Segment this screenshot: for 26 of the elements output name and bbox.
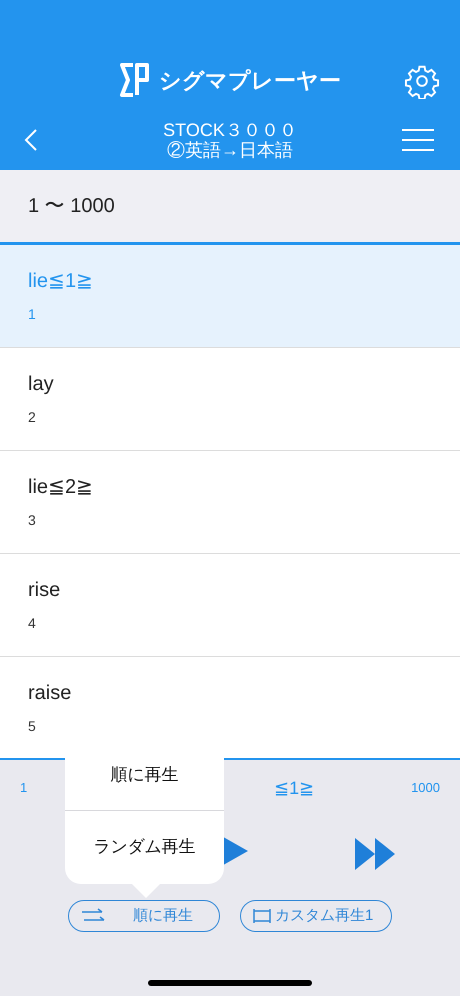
screen-title: STOCK３０００	[163, 120, 297, 140]
app-title: シグマプレーヤー	[159, 66, 341, 94]
word-text: lay	[28, 372, 54, 396]
range-start: 1	[20, 779, 28, 798]
word-text: lie≦2≧	[28, 475, 94, 499]
popover-option[interactable]: ランダム再生	[65, 811, 224, 883]
word-number: 1	[28, 305, 36, 323]
word-number: 4	[28, 614, 36, 632]
arrows-icon	[81, 908, 105, 924]
menu-icon[interactable]	[402, 129, 434, 151]
screen-subtitle: ②英語→日本語	[167, 140, 293, 160]
word-number: 2	[28, 408, 36, 426]
word-text: raise	[28, 681, 72, 705]
word-number: 5	[28, 717, 36, 735]
word-number: 3	[28, 511, 36, 529]
logo-icon	[119, 62, 151, 98]
back-icon[interactable]	[24, 128, 38, 152]
fast-forward-icon[interactable]	[355, 838, 395, 870]
range-label: 1 〜 1000	[28, 194, 115, 219]
word-text: rise	[28, 578, 60, 602]
word-text: lie≦1≧	[28, 269, 94, 293]
settings-icon[interactable]	[404, 63, 440, 99]
current-word: ≦1≧	[274, 776, 314, 800]
range-end: 1000	[411, 779, 440, 798]
popover-option[interactable]: 順に再生	[65, 739, 224, 811]
bracket-icon	[253, 908, 271, 924]
